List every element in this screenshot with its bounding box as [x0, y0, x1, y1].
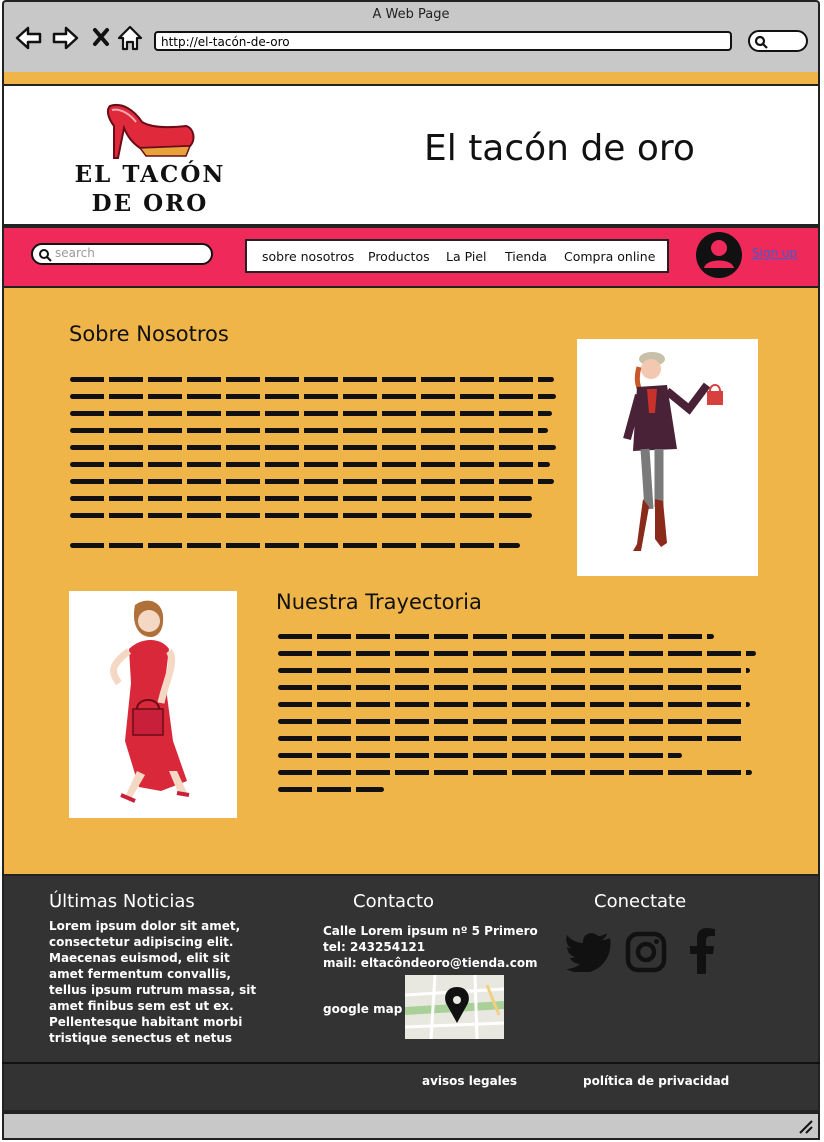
window-title: A Web Page — [372, 7, 450, 22]
contact-mail[interactable]: mail: eltacôndeoro@tienda.com — [323, 955, 538, 971]
site-title: El tacón de oro — [424, 128, 695, 169]
home-icon[interactable] — [116, 24, 144, 52]
menu-item-compra-online[interactable]: Compra online — [564, 249, 655, 264]
contact-address: Calle Lorem ipsum nº 5 Primero — [323, 924, 538, 938]
footer-divider — [2, 1062, 820, 1064]
search-input[interactable]: search — [31, 243, 213, 265]
instagram-icon[interactable] — [625, 931, 667, 973]
logo-text: EL TACÓN DE ORO — [74, 161, 226, 217]
back-icon[interactable] — [14, 24, 42, 52]
menu-item-tienda[interactable]: Tienda — [505, 249, 547, 264]
search-icon — [39, 249, 52, 262]
close-icon[interactable] — [90, 24, 118, 52]
signup-link[interactable]: Sign up — [752, 246, 797, 260]
woman-with-bag-illustration — [577, 339, 758, 576]
status-bar — [2, 1112, 820, 1140]
browser-search-field[interactable] — [748, 30, 808, 52]
twitter-icon[interactable] — [566, 932, 612, 972]
about-heading: Sobre Nosotros — [69, 322, 229, 346]
menu-item-la-piel[interactable]: La Piel — [446, 249, 487, 264]
legal-link[interactable]: avisos legales — [422, 1073, 517, 1089]
top-accent-strip — [2, 72, 820, 84]
woman-red-dress-illustration — [69, 591, 237, 818]
forward-icon[interactable] — [52, 24, 80, 52]
search-placeholder: search — [55, 246, 95, 260]
history-heading: Nuestra Trayectoria — [276, 590, 482, 614]
connect-heading: Conectate — [594, 891, 687, 912]
history-text-block — [278, 634, 756, 792]
news-text: Lorem ipsum dolor sit amet, consectetur … — [49, 919, 257, 1045]
red-shoe-logo — [106, 104, 195, 159]
resize-handle-icon[interactable] — [798, 1120, 814, 1134]
privacy-link[interactable]: política de privacidad — [583, 1073, 729, 1089]
map-thumbnail[interactable] — [405, 975, 504, 1039]
contact-phone: tel: 243254121 — [323, 940, 426, 954]
contact-heading: Contacto — [353, 891, 435, 912]
menu-item-sobre-nosotros[interactable]: sobre nosotros — [262, 249, 354, 264]
menu-item-productos[interactable]: Productos — [368, 249, 430, 264]
news-heading: Últimas Noticias — [49, 891, 195, 912]
search-icon — [754, 35, 768, 49]
url-bar[interactable]: http://el-tacón-de-oro — [154, 31, 732, 51]
user-avatar-icon[interactable] — [694, 230, 744, 280]
facebook-icon[interactable] — [688, 928, 718, 974]
about-text-block — [70, 377, 556, 548]
main-menu: sobre nosotros Productos La Piel Tienda … — [245, 239, 669, 273]
google-map-label: google map — [323, 1002, 403, 1016]
